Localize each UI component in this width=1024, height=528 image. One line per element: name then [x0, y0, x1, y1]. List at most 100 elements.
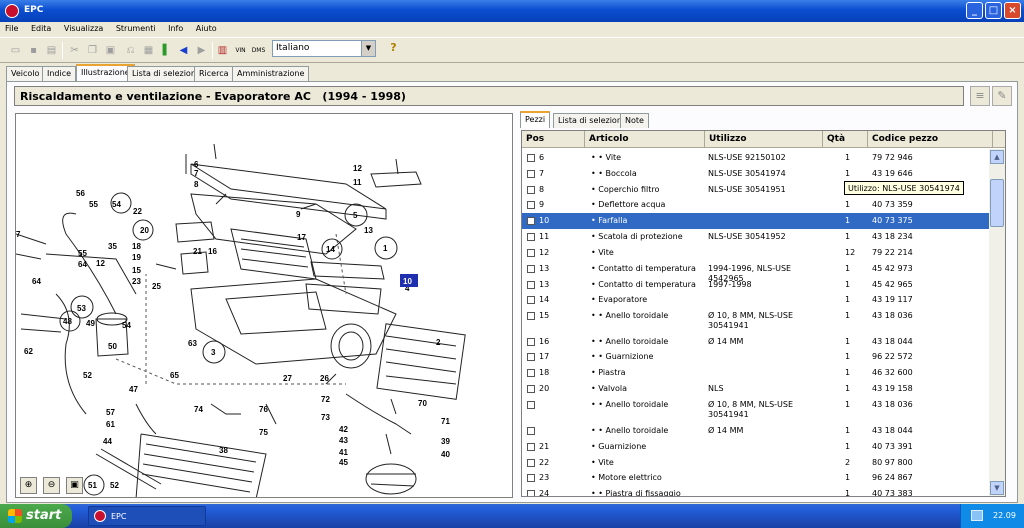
row-checkbox[interactable] [527, 459, 535, 467]
dms-icon[interactable]: DMS [250, 42, 267, 59]
table-row[interactable]: 6 • • Vite NLS-USE 92150102 1 79 72 946 [522, 150, 990, 166]
svg-text:64: 64 [78, 260, 87, 269]
tab-amministrazione[interactable]: Amministrazione [232, 66, 310, 81]
taskbar-item-epc[interactable]: EPC [88, 506, 206, 526]
copy-icon[interactable]: ❐ [84, 42, 101, 59]
table-row[interactable]: 9 • Deflettore acqua 1 40 73 359 [522, 197, 990, 213]
row-checkbox[interactable] [527, 312, 535, 320]
svg-text:47: 47 [129, 385, 138, 394]
cell-pos: 13 [539, 280, 550, 289]
table-row[interactable]: 22 • Vite 2 80 97 800 [522, 455, 990, 471]
table-row[interactable]: 20 • Valvola NLS 1 43 19 158 [522, 381, 990, 397]
table-row[interactable]: • • Anello toroidale Ø 14 MM 1 43 18 044 [522, 423, 990, 439]
row-checkbox[interactable] [527, 281, 535, 289]
col-qta[interactable]: Qtà [823, 131, 868, 148]
row-checkbox[interactable] [527, 217, 535, 225]
row-checkbox[interactable] [527, 170, 535, 178]
tab-ricerca[interactable]: Ricerca [194, 66, 234, 81]
row-checkbox[interactable] [527, 474, 535, 482]
cut-icon[interactable]: ✂ [66, 42, 83, 59]
row-checkbox[interactable] [527, 338, 535, 346]
row-checkbox[interactable] [527, 443, 535, 451]
zoom-in-icon[interactable]: ⊕ [20, 477, 37, 494]
svg-text:61: 61 [106, 420, 115, 429]
menu-visualizza[interactable]: Visualizza [59, 22, 108, 33]
close-button[interactable]: × [1004, 2, 1021, 19]
scroll-down-icon[interactable]: ▼ [990, 481, 1004, 495]
vin-icon[interactable]: VIN [232, 42, 249, 59]
table-row[interactable]: 12 • Vite 12 79 22 214 [522, 245, 990, 261]
tab-indice[interactable]: Indice [42, 66, 77, 81]
table-row[interactable]: 10 • Farfalla 1 40 73 375 [522, 213, 990, 229]
bookmark-icon[interactable]: ▌ [158, 42, 175, 59]
scroll-up-icon[interactable]: ▲ [990, 150, 1004, 164]
row-checkbox[interactable] [527, 201, 535, 209]
menu-strumenti[interactable]: Strumenti [111, 22, 161, 33]
table-row[interactable]: 24 • • Piastra di fissaggio 1 40 73 383 [522, 486, 990, 496]
table-row[interactable]: 7 • • Boccola NLS-USE 30541974 1 43 19 646 [522, 166, 990, 182]
save-icon[interactable]: ▪ [25, 42, 42, 59]
vertical-scrollbar[interactable]: ▲ ▼ [989, 149, 1005, 496]
table-row[interactable]: • • Anello toroidale Ø 10, 8 MM, NLS-USE … [522, 397, 990, 419]
table-row[interactable]: 17 • • Guarnizione 1 96 22 572 [522, 349, 990, 365]
table-row[interactable]: 13 • Contatto di temperatura 1994-1996, NL… [522, 261, 990, 283]
network-icon[interactable] [971, 510, 983, 521]
row-checkbox[interactable] [527, 385, 535, 393]
help-icon[interactable]: ? [385, 41, 402, 58]
print-icon[interactable]: ▤ [43, 42, 60, 59]
table-row[interactable]: 15 • • Anello toroidale Ø 10, 8 MM, NLS-US… [522, 308, 990, 330]
row-checkbox[interactable] [527, 186, 535, 194]
zoom-out-icon[interactable]: ⊖ [43, 477, 60, 494]
forward-arrow-icon[interactable]: ▶ [193, 42, 210, 59]
cell-pos: 6 [539, 153, 545, 162]
chevron-down-icon[interactable]: ▼ [361, 41, 375, 56]
fit-icon[interactable]: ▣ [66, 477, 83, 494]
back-arrow-icon[interactable]: ◀ [175, 42, 192, 59]
row-checkbox[interactable] [527, 427, 535, 435]
row-checkbox[interactable] [527, 233, 535, 241]
menu-edita[interactable]: Edita [26, 22, 56, 33]
maximize-button[interactable]: □ [985, 2, 1002, 19]
redo-icon[interactable]: ▦ [140, 42, 157, 59]
col-codice[interactable]: Codice pezzo [868, 131, 993, 148]
open-icon[interactable]: ▭ [7, 42, 24, 59]
table-row[interactable]: 21 • Guarnizione 1 40 73 391 [522, 439, 990, 455]
row-checkbox[interactable] [527, 265, 535, 273]
menu-info[interactable]: Info [163, 22, 188, 33]
minimize-button[interactable]: _ [966, 2, 983, 19]
table-row[interactable]: 18 • Piastra 1 46 32 600 [522, 365, 990, 381]
tab-pezzi[interactable]: Pezzi [520, 111, 551, 128]
table-row[interactable]: 14 • Evaporatore 1 43 19 117 [522, 292, 990, 308]
scroll-thumb[interactable] [990, 179, 1004, 227]
list-icon[interactable]: ≡ [970, 86, 990, 106]
menu-file[interactable]: File [0, 22, 23, 33]
table-row[interactable]: 13 • Contatto di temperatura 1997-1998 1 45 … [522, 277, 990, 293]
tab-veicolo[interactable]: Veicolo [6, 66, 45, 81]
cell-utilizzo: NLS [708, 384, 724, 393]
row-checkbox[interactable] [527, 249, 535, 257]
language-select[interactable]: Italiano ▼ [272, 40, 376, 57]
row-checkbox[interactable] [527, 353, 535, 361]
table-row[interactable]: 16 • • Anello toroidale Ø 14 MM 1 43 18 044 [522, 334, 990, 350]
row-checkbox[interactable] [527, 296, 535, 304]
cell-codice: 43 18 036 [872, 400, 913, 409]
row-checkbox[interactable] [527, 154, 535, 162]
row-checkbox[interactable] [527, 401, 535, 409]
edit-note-icon[interactable]: ✎ [992, 86, 1012, 106]
table-row[interactable]: 11 • Scatola di protezione NLS-USE 3054195… [522, 229, 990, 245]
undo-icon[interactable]: ⎌ [122, 42, 139, 59]
start-button[interactable]: start [0, 504, 72, 528]
row-checkbox[interactable] [527, 490, 535, 496]
col-articolo[interactable]: Articolo [585, 131, 705, 148]
tab-illustrazione[interactable]: Illustrazione [76, 64, 135, 81]
col-utilizzo[interactable]: Utilizzo [705, 131, 823, 148]
col-pos[interactable]: Pos [522, 131, 585, 148]
highlight-callout-label[interactable]: 10 [403, 277, 412, 286]
menu-aiuto[interactable]: Aiuto [191, 22, 222, 33]
exploded-diagram[interactable]: 678 12 11 5 13 17 14 149 56 55 54 22 20 18 19 15 2… [15, 113, 513, 498]
table-row[interactable]: 23 • Motore elettrico 1 96 24 867 [522, 470, 990, 486]
parts-list-icon[interactable]: ▥ [214, 42, 231, 59]
tab-note[interactable]: Note [620, 113, 649, 128]
row-checkbox[interactable] [527, 369, 535, 377]
paste-icon[interactable]: ▣ [102, 42, 119, 59]
